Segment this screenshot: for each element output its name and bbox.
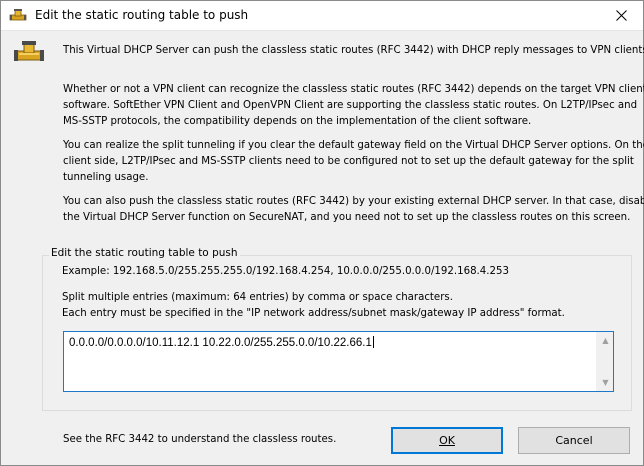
routes-textarea[interactable]: 0.0.0.0/0.0.0.0/10.11.12.1 10.22.0.0/255… xyxy=(63,331,614,392)
network-pipe-icon xyxy=(9,7,27,25)
ok-button-label: OK xyxy=(439,434,455,447)
scroll-down-icon[interactable]: ▼ xyxy=(597,374,614,391)
ok-button[interactable]: OK xyxy=(391,427,503,454)
intro-paragraph-4: You can also push the classless static r… xyxy=(63,194,644,226)
network-pipe-icon xyxy=(13,37,45,69)
format-hint: Each entry must be specified in the "IP … xyxy=(62,308,565,319)
rfc-note: See the RFC 3442 to understand the class… xyxy=(63,434,337,445)
intro-line: tunneling usage. xyxy=(63,172,149,183)
intro-line: client side, L2TP/IPsec and MS-SSTP clie… xyxy=(63,156,634,167)
cancel-button[interactable]: Cancel xyxy=(518,427,630,454)
cancel-button-label: Cancel xyxy=(555,434,593,447)
example-text: Example: 192.168.5.0/255.255.255.0/192.1… xyxy=(62,266,509,277)
vertical-scrollbar[interactable]: ▲ ▼ xyxy=(596,332,613,391)
intro-line: You can also push the classless static r… xyxy=(63,196,644,207)
intro-paragraph-3: You can realize the split tunneling if y… xyxy=(63,138,644,186)
routing-table-group: Edit the static routing table to push Ex… xyxy=(42,247,632,411)
intro-text-1: This Virtual DHCP Server can push the cl… xyxy=(63,45,644,56)
intro-line: the Virtual DHCP Server function on Secu… xyxy=(63,212,631,223)
dialog-window: Edit the static routing table to push Th… xyxy=(0,0,644,466)
close-icon[interactable] xyxy=(599,1,643,30)
intro-line: software. SoftEther VPN Client and OpenV… xyxy=(63,100,638,111)
intro-paragraph-2: Whether or not a VPN client can recogniz… xyxy=(63,82,644,130)
title-bar[interactable]: Edit the static routing table to push xyxy=(1,1,643,31)
routes-value[interactable]: 0.0.0.0/0.0.0.0/10.11.12.1 10.22.0.0/255… xyxy=(69,336,374,349)
split-hint: Split multiple entries (maximum: 64 entr… xyxy=(62,292,453,303)
scroll-up-icon[interactable]: ▲ xyxy=(597,332,614,349)
group-legend: Edit the static routing table to push xyxy=(49,247,240,259)
intro-line: MS-SSTP protocols, the compatibility dep… xyxy=(63,116,532,127)
text-caret xyxy=(372,336,374,348)
routes-text: 0.0.0.0/0.0.0.0/10.11.12.1 10.22.0.0/255… xyxy=(69,337,372,349)
intro-line: You can realize the split tunneling if y… xyxy=(63,140,644,151)
intro-line: Whether or not a VPN client can recogniz… xyxy=(63,84,644,95)
window-title: Edit the static routing table to push xyxy=(35,8,249,22)
